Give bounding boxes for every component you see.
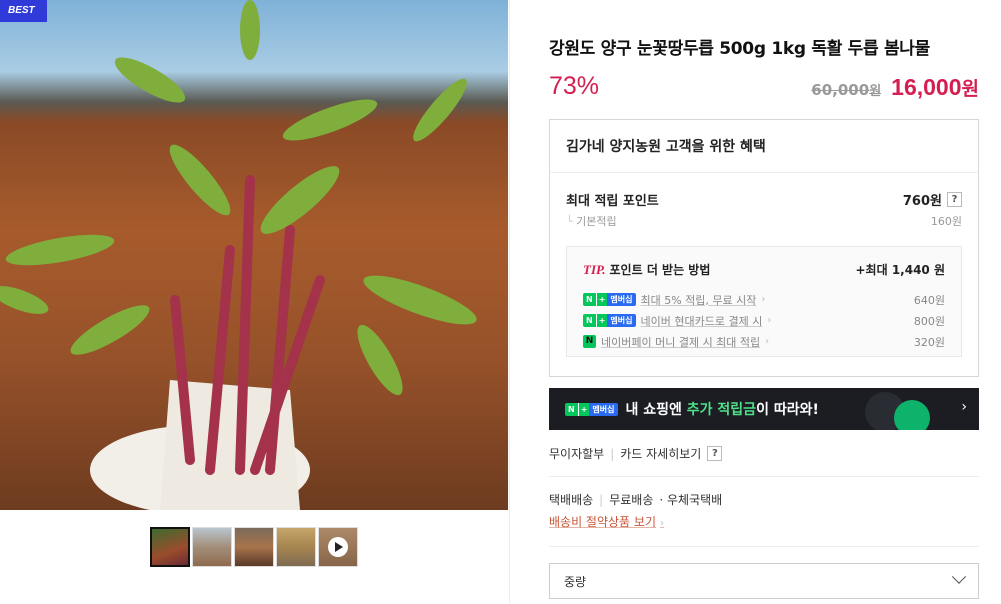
shipping-info: 택배배송 | 무료배송 · 우체국택배: [549, 491, 722, 508]
chevron-right-icon: ›: [660, 518, 664, 529]
chevron-right-icon: ›: [761, 294, 766, 305]
section-divider: [549, 476, 979, 477]
column-divider: [509, 0, 510, 604]
benefit-divider: [550, 172, 978, 173]
section-divider: [549, 546, 979, 547]
chevron-down-icon: [951, 569, 967, 584]
thumbnail-3[interactable]: [234, 527, 274, 567]
installment-link[interactable]: 무이자할부: [549, 445, 604, 462]
chevron-right-icon: ›: [765, 336, 770, 347]
tip-max: +최대 1,440 원: [855, 263, 946, 277]
banner-decoration-green: [894, 400, 930, 430]
benefit-title: 김가네 양지농원 고객을 위한 혜택: [566, 139, 766, 155]
benefit-box: 김가네 양지농원 고객을 위한 혜택 최대 적립 포인트 760원 ? 기본적립…: [549, 119, 979, 377]
shipping-carrier: · 우체국택배: [659, 493, 723, 507]
chevron-right-icon: ›: [767, 315, 772, 326]
card-help-button[interactable]: ?: [707, 446, 723, 461]
tip-item-membership[interactable]: N + 멤버십 최대 5% 적립, 무료 시작 › 640원: [583, 289, 945, 310]
original-price: 60,000원: [811, 81, 882, 99]
plant-illustration: [0, 0, 477, 510]
membership-banner[interactable]: N + 멤버십 내 쇼핑엔 추가 적립금이 따라와! ›: [549, 388, 979, 430]
max-point-row: 최대 적립 포인트 760원 ?: [566, 190, 962, 209]
base-point-label: 기본적립: [566, 213, 616, 229]
link-separator: |: [610, 446, 615, 461]
card-detail-link[interactable]: 카드 자세히보기: [620, 445, 701, 462]
tip-list: N + 멤버십 최대 5% 적립, 무료 시작 › 640원 N + 멤버십 네이버 현…: [583, 289, 945, 352]
option-label: 중량: [564, 574, 587, 589]
play-icon: [328, 537, 348, 557]
tip-mark: TIP.: [583, 262, 606, 277]
payment-links: 무이자할부 | 카드 자세히보기 ?: [549, 445, 723, 462]
main-product-photo[interactable]: BEST: [0, 0, 508, 510]
base-point-value: 160원: [930, 215, 962, 228]
price-row: 60,000원 16,000원: [811, 74, 979, 101]
thumbnail-video[interactable]: [318, 527, 358, 567]
point-help-button[interactable]: ?: [947, 192, 962, 207]
thumbnail-2[interactable]: [192, 527, 232, 567]
shipping-method: 택배배송: [549, 493, 594, 507]
thumbnail-strip: [150, 527, 358, 567]
thumbnail-1[interactable]: [150, 527, 190, 567]
shipping-saver-link[interactable]: 배송비 절약상품 보기 ›: [549, 513, 664, 530]
tip-title: TIP. 포인트 더 받는 방법: [583, 262, 711, 277]
max-point-label: 최대 적립 포인트: [566, 194, 659, 209]
weight-option-select[interactable]: 중량: [549, 563, 979, 599]
shipping-fee: 무료배송: [609, 493, 654, 507]
discount-rate: 73%: [549, 72, 600, 100]
naver-membership-badge: N + 멤버십: [583, 314, 636, 327]
thumbnail-4[interactable]: [276, 527, 316, 567]
banner-text: 내 쇼핑엔 추가 적립금이 따라와!: [625, 402, 819, 418]
shipping-separator: |: [599, 492, 604, 507]
product-title: 강원도 양구 눈꽃땅두릅 500g 1kg 독활 두릅 봄나물: [549, 39, 930, 59]
naver-membership-badge: N + 멤버십: [583, 293, 636, 306]
max-point-value: 760원: [902, 194, 942, 209]
tip-box: TIP. 포인트 더 받는 방법 +최대 1,440 원 N + 멤버십 최대 5% …: [566, 246, 962, 357]
tip-item-naverpay-money[interactable]: N 네이버페이 머니 결제 시 최대 적립 › 320원: [583, 331, 945, 352]
tip-item-hyundai-card[interactable]: N + 멤버십 네이버 현대카드로 결제 시 › 800원: [583, 310, 945, 331]
naverpay-icon: N: [583, 335, 596, 348]
sale-price: 16,000원: [891, 74, 979, 100]
base-point-row: 기본적립 160원: [566, 213, 962, 229]
chevron-right-icon: ›: [961, 399, 967, 415]
best-badge: BEST: [0, 0, 47, 22]
product-gallery: BEST: [0, 0, 510, 604]
max-point-value-wrap: 760원 ?: [903, 190, 962, 209]
tip-header: TIP. 포인트 더 받는 방법 +최대 1,440 원: [583, 261, 945, 278]
naver-membership-badge: N + 멤버십: [565, 402, 618, 416]
